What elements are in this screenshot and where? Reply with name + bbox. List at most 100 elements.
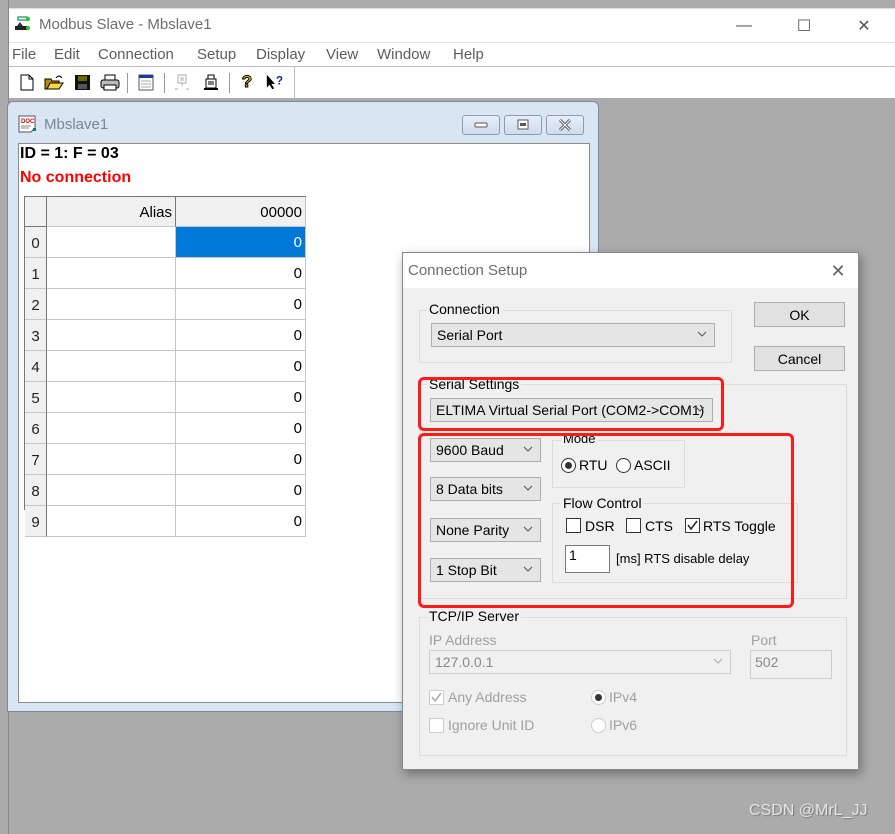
window-icon [138,74,154,90]
alias-cell[interactable] [47,413,176,444]
register-value-cell[interactable]: 0 [176,258,306,289]
register-value-cell[interactable]: 0 [176,227,306,258]
register-value-cell[interactable]: 0 [176,320,306,351]
child-minimize-button[interactable] [462,115,500,135]
rts-toggle-label: RTS Toggle [703,518,776,534]
data-bits-select[interactable]: 8 Data bits [430,477,541,501]
connection-type-value: Serial Port [437,327,503,343]
svg-text:DOC: DOC [21,119,35,125]
close-button[interactable]: ✕ [834,9,894,43]
context-help-button[interactable]: ? [265,72,285,92]
tcpip-server-label: TCP/IP Server [427,608,521,624]
cancel-button[interactable]: Cancel [754,346,845,371]
dsr-label: DSR [585,518,615,534]
register-value-cell[interactable]: 0 [176,506,306,537]
row-header[interactable]: 0 [25,227,47,258]
menu-edit[interactable]: Edit [54,46,80,63]
mode-ascii-radio[interactable] [616,458,631,473]
toolbar: ? ? [9,67,895,99]
alias-cell[interactable] [47,506,176,537]
disconnect-button[interactable] [172,72,192,92]
dsr-checkbox[interactable] [566,518,581,533]
restore-icon [517,119,529,130]
connection-type-select[interactable]: Serial Port [431,323,715,347]
connection-group-label: Connection [427,301,502,317]
row-header[interactable]: 9 [25,506,47,537]
row-header[interactable]: 1 [25,258,47,289]
dialog-title: Connection Setup [408,262,528,279]
save-button[interactable] [72,72,92,92]
disconnect-icon [175,74,189,89]
row-header[interactable]: 3 [25,320,47,351]
register-value-cell[interactable]: 0 [176,351,306,382]
window-title: Modbus Slave - Mbslave1 [39,16,212,33]
rts-delay-input[interactable] [565,545,610,573]
menu-connection[interactable]: Connection [98,46,174,63]
ipv6-radio[interactable] [591,718,606,733]
row-header[interactable]: 2 [25,289,47,320]
register-value-cell[interactable]: 0 [176,444,306,475]
baud-rate-select[interactable]: 9600 Baud [430,438,541,462]
port-input[interactable] [750,650,832,679]
register-value-cell[interactable]: 0 [176,289,306,320]
register-value-cell[interactable]: 0 [176,475,306,506]
help-button[interactable]: ? [237,72,257,92]
ip-address-select[interactable]: 127.0.0.1 [429,650,731,674]
child-restore-button[interactable] [504,115,542,135]
alias-cell[interactable] [47,227,176,258]
row-header[interactable]: 4 [25,351,47,382]
alias-cell[interactable] [47,289,176,320]
row-header[interactable]: 8 [25,475,47,506]
menu-file[interactable]: File [12,46,36,63]
alias-cell[interactable] [47,351,176,382]
mode-rtu-radio[interactable] [561,458,576,473]
new-button[interactable] [17,72,37,92]
row-header[interactable]: 5 [25,382,47,413]
minimize-icon: — [736,17,752,34]
parity-select[interactable]: None Parity [430,518,541,542]
close-icon: ✕ [857,18,871,35]
alias-cell[interactable] [47,475,176,506]
menu-setup[interactable]: Setup [197,46,236,63]
menu-display[interactable]: Display [256,46,305,63]
connect-button[interactable] [201,72,221,92]
window-button[interactable] [136,72,156,92]
ip-address-value: 127.0.0.1 [435,654,494,670]
open-folder-icon [44,75,64,89]
alias-cell[interactable] [47,320,176,351]
alias-cell[interactable] [47,382,176,413]
any-address-checkbox[interactable] [429,690,444,705]
port-label: Port [751,632,777,648]
dialog-close-button[interactable]: ✕ [823,259,853,283]
maximize-button[interactable]: ☐ [774,9,834,43]
new-document-icon [20,74,34,90]
chevron-down-icon [523,566,533,572]
row-header[interactable]: 7 [25,444,47,475]
column-header-address[interactable]: 00000 [176,197,306,227]
ipv4-radio[interactable] [591,690,606,705]
open-button[interactable] [44,72,64,92]
column-header-alias[interactable]: Alias [47,197,176,227]
menu-view[interactable]: View [326,46,358,63]
svg-text:?: ? [276,74,283,88]
menu-help[interactable]: Help [453,46,484,63]
ignore-unit-id-checkbox[interactable] [429,718,444,733]
minimize-button[interactable]: — [714,9,774,43]
stop-bits-select[interactable]: 1 Stop Bit [430,558,541,582]
serial-port-select[interactable]: ELTIMA Virtual Serial Port (COM2->COM1) [430,398,713,422]
menu-window[interactable]: Window [377,46,430,63]
print-button[interactable] [100,72,120,92]
cts-checkbox[interactable] [626,518,641,533]
document-icon: DOC [18,115,36,133]
toolbar-separator [164,73,165,93]
register-value-cell[interactable]: 0 [176,382,306,413]
child-close-button[interactable] [546,115,584,135]
register-value-cell[interactable]: 0 [176,413,306,444]
alias-cell[interactable] [47,258,176,289]
close-icon [558,119,572,131]
title-bar: Modbus Slave - Mbslave1 — ☐ ✕ [9,8,895,42]
row-header[interactable]: 6 [25,413,47,444]
rts-toggle-checkbox[interactable] [685,518,700,533]
alias-cell[interactable] [47,444,176,475]
ok-button[interactable]: OK [754,302,845,327]
